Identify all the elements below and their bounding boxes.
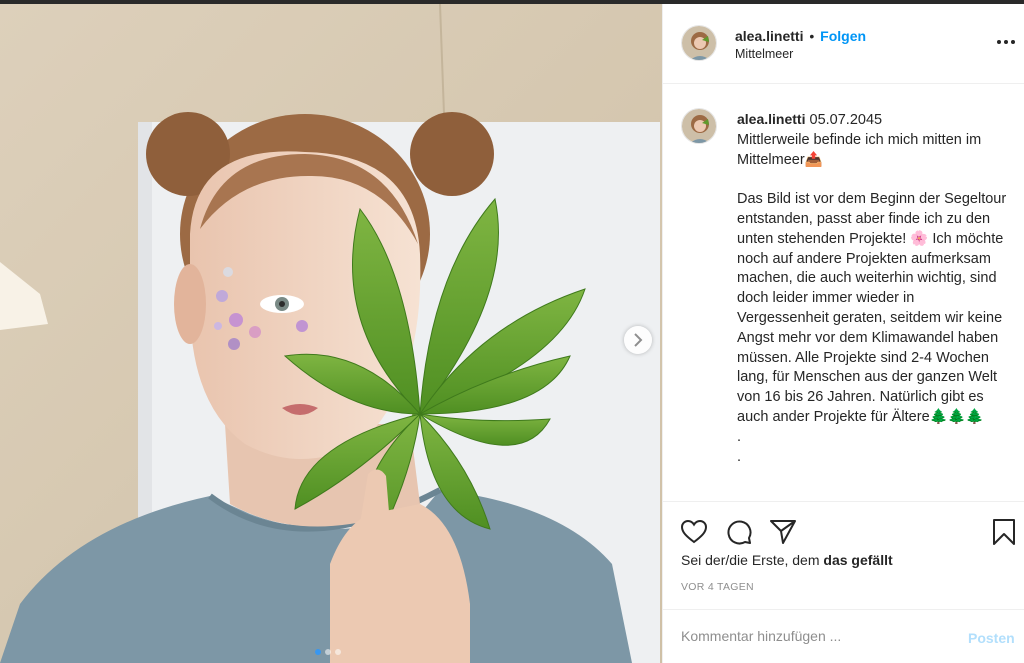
more-icon-dot xyxy=(1004,40,1008,44)
caption-username[interactable]: alea.linetti xyxy=(737,111,805,127)
follow-button[interactable]: Folgen xyxy=(820,28,866,44)
likes-prefix: Sei der/die Erste, dem xyxy=(681,552,824,568)
carousel-dot xyxy=(335,649,341,655)
header-user-line: alea.linetti • Folgen xyxy=(735,28,866,44)
comment-icon[interactable] xyxy=(726,519,752,545)
caption-first-line: alea.linetti 05.07.2045 Mittlerweile bef… xyxy=(737,110,1007,170)
post-photo[interactable] xyxy=(0,4,662,663)
caption-line: Das Bild ist vor dem Beginn der Segeltou… xyxy=(737,191,1007,425)
caption-avatar[interactable] xyxy=(681,108,717,144)
carousel-dot-active xyxy=(315,649,321,655)
more-icon-dot xyxy=(1011,40,1015,44)
avatar-image xyxy=(682,109,716,143)
caption-text: alea.linetti 05.07.2045 Mittlerweile bef… xyxy=(737,110,1007,467)
carousel-indicator xyxy=(315,649,341,655)
location-link[interactable]: Mittelmeer xyxy=(735,47,793,61)
next-slide-button[interactable] xyxy=(624,326,652,354)
post-side-panel: alea.linetti • Folgen Mittelmeer alea.li… xyxy=(662,4,1024,663)
comment-input[interactable] xyxy=(681,628,941,644)
caption-line: Mittlerweile befinde ich mich mitten im … xyxy=(737,131,982,168)
post-header: alea.linetti • Folgen Mittelmeer xyxy=(663,4,1024,84)
caption-line: . xyxy=(737,448,742,465)
separator-dot: • xyxy=(809,28,815,44)
post-timestamp[interactable]: VOR 4 TAGEN xyxy=(681,581,754,593)
bookmark-icon[interactable] xyxy=(993,519,1015,545)
carousel-dot xyxy=(325,649,331,655)
avatar-image xyxy=(682,26,716,60)
caption-line: . xyxy=(737,428,742,445)
likes-summary: Sei der/die Erste, dem das gefällt xyxy=(681,552,893,568)
chevron-right-icon xyxy=(634,333,643,347)
caption-area: alea.linetti 05.07.2045 Mittlerweile bef… xyxy=(663,84,1024,501)
more-icon xyxy=(997,40,1001,44)
heart-icon[interactable] xyxy=(681,520,707,544)
post-comment-button[interactable]: Posten xyxy=(968,630,1015,646)
avatar[interactable] xyxy=(681,25,717,61)
likes-link[interactable]: das gefällt xyxy=(823,552,892,568)
post-image xyxy=(0,4,662,663)
username-link[interactable]: alea.linetti xyxy=(735,28,803,44)
post-date: 05.07.2045 xyxy=(809,112,883,128)
more-options-button[interactable] xyxy=(997,40,1017,48)
action-bar: Sei der/die Erste, dem das gefällt VOR 4… xyxy=(663,501,1024,609)
add-comment-bar: Posten xyxy=(663,609,1024,663)
share-icon[interactable] xyxy=(770,520,796,544)
